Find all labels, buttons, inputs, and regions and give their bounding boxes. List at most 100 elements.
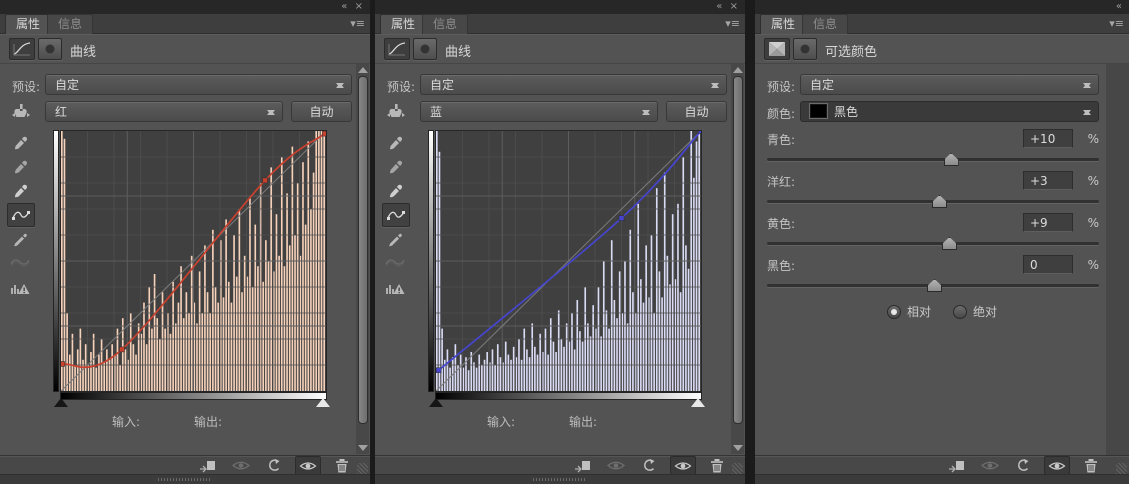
white-input-slider[interactable] xyxy=(316,398,330,407)
dropdown-arrows-icon xyxy=(1082,79,1091,92)
channel-dropdown[interactable]: 蓝 xyxy=(420,101,658,122)
clip-to-layer-icon[interactable] xyxy=(945,457,969,475)
clip-to-layer-icon[interactable] xyxy=(571,457,595,475)
collapse-close-buttons[interactable]: « × xyxy=(716,1,740,13)
delete-trash-icon[interactable] xyxy=(330,457,354,475)
bottom-scroll-strip[interactable] xyxy=(755,474,1129,484)
collapse-close-buttons[interactable]: « xyxy=(1116,1,1124,13)
collapse-icon[interactable]: « xyxy=(341,1,349,12)
scroll-grip-dots[interactable] xyxy=(533,478,587,481)
preset-value: 自定 xyxy=(55,78,80,92)
scroll-down-icon[interactable] xyxy=(733,445,743,451)
pencil-tool-icon[interactable] xyxy=(382,228,408,250)
delete-trash-icon[interactable] xyxy=(1079,457,1103,475)
preset-dropdown[interactable]: 自定 xyxy=(420,74,727,95)
visibility-eye-icon[interactable] xyxy=(295,456,321,475)
scrollbar-thumb[interactable] xyxy=(733,76,743,424)
gray-point-eyedropper-icon[interactable] xyxy=(7,156,33,178)
tab-info[interactable]: 信息 xyxy=(422,14,469,34)
auto-button[interactable]: 自动 xyxy=(666,101,727,122)
absolute-radio-label: 绝对 xyxy=(973,305,998,319)
collapse-icon[interactable]: « xyxy=(1116,1,1124,12)
view-previous-state-icon[interactable] xyxy=(229,457,253,475)
close-icon[interactable]: × xyxy=(355,1,365,12)
smooth-curve-icon[interactable] xyxy=(7,251,33,273)
curve-grid[interactable] xyxy=(435,130,702,392)
black-value-field[interactable]: 0 xyxy=(1023,255,1073,274)
white-point-eyedropper-icon[interactable] xyxy=(7,180,33,202)
targeted-adjustment-icon[interactable] xyxy=(383,100,409,122)
magenta-value-field[interactable]: +3 xyxy=(1023,171,1073,190)
collapse-icon[interactable]: « xyxy=(716,1,724,12)
close-icon[interactable]: × xyxy=(730,1,740,12)
reset-icon[interactable] xyxy=(262,457,286,475)
visibility-eye-icon[interactable] xyxy=(670,456,696,475)
black-point-eyedropper-icon[interactable] xyxy=(7,132,33,154)
reset-icon[interactable] xyxy=(1011,457,1035,475)
black-input-slider[interactable] xyxy=(54,398,68,407)
layer-mask-icon[interactable] xyxy=(413,38,437,60)
resize-grip[interactable] xyxy=(1116,463,1127,474)
curve-grid[interactable] xyxy=(60,130,327,392)
view-previous-state-icon[interactable] xyxy=(604,457,628,475)
cyan-slider-thumb[interactable] xyxy=(943,153,959,166)
scroll-grip-dots[interactable] xyxy=(158,478,212,481)
black-slider-thumb[interactable] xyxy=(927,279,942,292)
black-point-eyedropper-icon[interactable] xyxy=(382,132,408,154)
auto-button[interactable]: 自动 xyxy=(291,101,352,122)
black-input-slider[interactable] xyxy=(429,398,443,407)
view-previous-state-icon[interactable] xyxy=(978,457,1002,475)
white-point-eyedropper-icon[interactable] xyxy=(382,180,408,202)
tab-properties[interactable]: 属性 xyxy=(5,14,52,34)
clip-to-layer-icon[interactable] xyxy=(196,457,220,475)
resize-grip[interactable] xyxy=(357,463,368,474)
magenta-slider-thumb[interactable] xyxy=(931,195,947,208)
color-dropdown[interactable]: 黑色 xyxy=(800,101,1099,122)
delete-trash-icon[interactable] xyxy=(705,457,729,475)
yellow-slider-thumb[interactable] xyxy=(941,237,957,250)
reset-icon[interactable] xyxy=(637,457,661,475)
pencil-tool-icon[interactable] xyxy=(7,228,33,250)
gray-point-eyedropper-icon[interactable] xyxy=(382,156,408,178)
scrollbar-thumb[interactable] xyxy=(358,76,368,424)
relative-radio[interactable]: 相对 xyxy=(886,303,931,320)
edit-points-tool-icon[interactable] xyxy=(7,203,35,227)
input-gradient-bar xyxy=(435,392,702,400)
collapse-close-buttons[interactable]: « × xyxy=(341,1,365,13)
resize-grip[interactable] xyxy=(732,463,743,474)
adjustment-header: 曲线 xyxy=(0,34,370,64)
percent-label: % xyxy=(1087,258,1099,272)
targeted-adjustment-icon[interactable] xyxy=(8,100,34,122)
scroll-up-icon[interactable] xyxy=(358,67,368,73)
tab-properties[interactable]: 属性 xyxy=(760,14,807,34)
tab-info[interactable]: 信息 xyxy=(802,14,849,34)
tab-info[interactable]: 信息 xyxy=(47,14,94,34)
channel-dropdown[interactable]: 红 xyxy=(45,101,283,122)
scroll-up-icon[interactable] xyxy=(733,67,743,73)
white-input-slider[interactable] xyxy=(691,398,705,407)
panel-menu-icon[interactable]: ▾≡ xyxy=(1109,17,1124,30)
bottom-scroll-strip[interactable] xyxy=(0,474,370,484)
preset-dropdown[interactable]: 自定 xyxy=(45,74,352,95)
layer-mask-icon[interactable] xyxy=(38,38,62,60)
vertical-scrollbar[interactable] xyxy=(731,64,744,454)
panel-menu-icon[interactable]: ▾≡ xyxy=(350,17,365,30)
bottom-scroll-strip[interactable] xyxy=(375,474,745,484)
black-slider-track[interactable] xyxy=(767,279,1099,292)
visibility-eye-icon[interactable] xyxy=(1044,456,1070,475)
vertical-scrollbar[interactable] xyxy=(356,64,369,454)
dropdown-arrows-icon xyxy=(641,106,650,119)
yellow-slider-track[interactable] xyxy=(767,237,1099,250)
scroll-down-icon[interactable] xyxy=(358,445,368,451)
magenta-slider-track[interactable] xyxy=(767,195,1099,208)
tab-properties[interactable]: 属性 xyxy=(380,14,427,34)
smooth-curve-icon[interactable] xyxy=(382,251,408,273)
edit-points-tool-icon[interactable] xyxy=(382,203,410,227)
layer-mask-icon[interactable] xyxy=(793,38,817,60)
cyan-slider-track[interactable] xyxy=(767,153,1099,166)
preset-dropdown[interactable]: 自定 xyxy=(800,74,1099,95)
absolute-radio[interactable]: 绝对 xyxy=(953,303,997,320)
yellow-value-field[interactable]: +9 xyxy=(1023,213,1073,232)
cyan-value-field[interactable]: +10 xyxy=(1023,129,1073,148)
panel-menu-icon[interactable]: ▾≡ xyxy=(725,17,740,30)
